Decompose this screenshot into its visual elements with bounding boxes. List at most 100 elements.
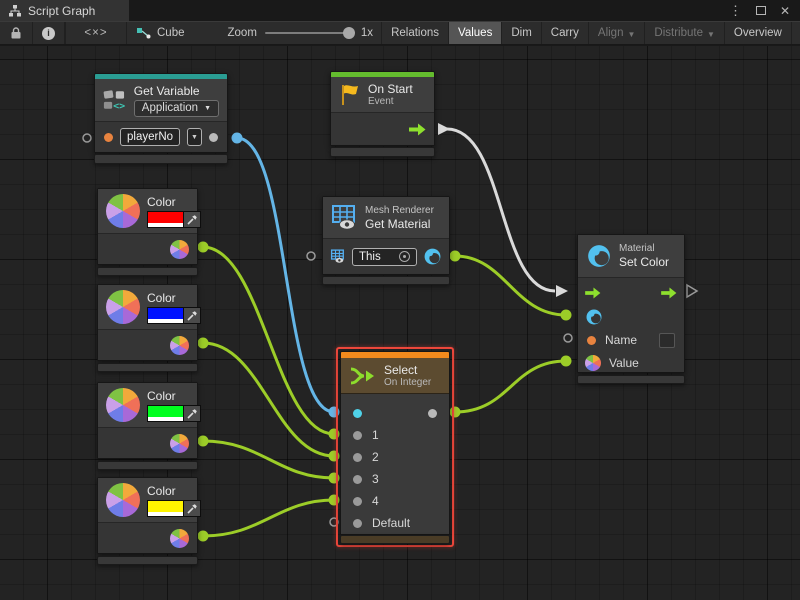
graph-canvas[interactable]: <> Get Variable Application▼ playerNo ▼ — [0, 46, 800, 600]
chevron-down-icon: ▼ — [707, 30, 715, 39]
color-swatch[interactable] — [147, 307, 201, 324]
color-swatch[interactable] — [147, 500, 201, 517]
node-component: Material — [619, 243, 669, 255]
script-graph-icon — [136, 27, 151, 40]
name-port[interactable] — [104, 133, 113, 142]
wire-color4-to-select4[interactable] — [198, 495, 340, 542]
wire-color3-to-select3[interactable] — [198, 436, 340, 484]
color-output-port[interactable] — [170, 240, 189, 259]
values-button[interactable]: Values — [449, 22, 502, 44]
node-get-material[interactable]: Mesh Renderer Get Material This — [322, 196, 450, 275]
wire-color2-to-select2[interactable] — [198, 338, 340, 462]
flow-output-port[interactable] — [661, 287, 677, 299]
node-title: Get Variable — [134, 84, 219, 98]
zoom-value: 1x — [361, 27, 373, 39]
branch-port[interactable] — [353, 475, 362, 484]
graph-icon — [8, 4, 22, 18]
dim-button[interactable]: Dim — [502, 22, 541, 44]
branch-port[interactable] — [353, 431, 362, 440]
value-output-port[interactable] — [209, 133, 218, 142]
graph-owner-button[interactable]: Cube — [127, 22, 194, 44]
variable-scope-dropdown[interactable]: Application▼ — [134, 100, 219, 117]
node-footer — [577, 375, 685, 384]
flag-icon — [339, 83, 361, 107]
color-swatch[interactable] — [147, 405, 201, 422]
node-set-color[interactable]: Material Set Color — [577, 234, 685, 373]
object-picker-icon[interactable] — [399, 251, 410, 262]
color-input-port[interactable] — [585, 355, 601, 371]
color-wheel-icon — [106, 483, 140, 517]
port-unconnected[interactable] — [564, 334, 572, 342]
node-footer — [97, 363, 198, 372]
node-footer — [97, 267, 198, 276]
color-output-port[interactable] — [170, 529, 189, 548]
color-output-port[interactable] — [170, 336, 189, 355]
color-wheel-icon — [106, 388, 140, 422]
node-color-1[interactable]: Color — [97, 188, 198, 265]
node-color-3[interactable]: Color — [97, 382, 198, 459]
color-output-port[interactable] — [170, 434, 189, 453]
node-get-variable[interactable]: <> Get Variable Application▼ playerNo ▼ — [94, 73, 228, 153]
node-color-2[interactable]: Color — [97, 284, 198, 361]
selection-output-port[interactable] — [428, 409, 437, 418]
eyedropper-icon — [187, 503, 198, 514]
wire-playerno-to-select[interactable] — [232, 133, 340, 418]
menu-kebab-icon[interactable]: ⋮ — [729, 3, 742, 19]
carry-button[interactable]: Carry — [542, 22, 589, 44]
branch-port[interactable] — [353, 453, 362, 462]
node-footer — [322, 276, 450, 285]
node-on-start[interactable]: On Start Event — [330, 71, 435, 146]
node-title: Color — [147, 291, 201, 305]
branch-port[interactable] — [353, 497, 362, 506]
eyedropper-button[interactable] — [184, 307, 201, 324]
selector-input-port[interactable] — [353, 409, 362, 418]
info-button[interactable]: i — [33, 22, 65, 44]
tab-script-graph[interactable]: Script Graph — [0, 0, 129, 21]
color-swatch[interactable] — [147, 211, 201, 228]
distribute-dropdown[interactable]: Distribute▼ — [645, 22, 725, 44]
branch-label: 2 — [372, 450, 379, 464]
wire-select-to-setcolor-value[interactable] — [450, 356, 572, 418]
lock-button[interactable] — [0, 22, 33, 44]
flow-output-port[interactable] — [409, 123, 426, 136]
eyedropper-button[interactable] — [184, 500, 201, 517]
port-unconnected[interactable] — [330, 518, 338, 526]
wire-onstart-to-setcolor[interactable] — [438, 123, 568, 297]
variable-name-field[interactable]: playerNo — [120, 128, 180, 146]
eyedropper-button[interactable] — [184, 405, 201, 422]
name-value-field[interactable] — [659, 333, 675, 348]
maximize-icon[interactable] — [756, 6, 766, 15]
overview-button[interactable]: Overview — [725, 22, 792, 44]
branch-port[interactable] — [353, 519, 362, 528]
wire-getmaterial-to-setcolor[interactable] — [450, 251, 572, 321]
color-wheel-icon — [106, 290, 140, 324]
variable-dropdown-button[interactable]: ▼ — [187, 128, 202, 146]
target-field[interactable]: This — [352, 248, 417, 266]
name-input-port[interactable] — [587, 336, 596, 345]
select-icon — [349, 365, 377, 387]
wire-color1-to-select1[interactable] — [198, 242, 340, 440]
full-screen-button[interactable]: Full Screen — [792, 22, 800, 44]
relations-button[interactable]: Relations — [381, 22, 449, 44]
eyedropper-button[interactable] — [184, 211, 201, 228]
material-input-port[interactable] — [585, 308, 603, 326]
flow-input-port[interactable] — [585, 287, 601, 299]
script-graph-window: Script Graph ⋮ ✕ i <×> — [0, 0, 800, 600]
zoom-slider[interactable] — [265, 32, 353, 34]
tab-title: Script Graph — [28, 4, 95, 18]
close-icon[interactable]: ✕ — [780, 4, 790, 18]
zoom-slider-handle[interactable] — [343, 27, 355, 39]
node-footer — [330, 147, 435, 157]
port-unconnected[interactable] — [307, 252, 315, 260]
flow-port-unconnected[interactable] — [687, 285, 697, 297]
toolbar-toggle-group: Relations Values Dim Carry Align▼ Distri… — [381, 22, 800, 44]
port-unconnected[interactable] — [83, 134, 91, 142]
node-title: Get Material — [365, 217, 434, 231]
align-dropdown[interactable]: Align▼ — [589, 22, 646, 44]
material-output-port[interactable] — [423, 247, 442, 266]
node-select[interactable]: Select On Integer 1 2 — [340, 351, 450, 535]
eyedropper-icon — [187, 408, 198, 419]
chevron-down-icon: ▼ — [204, 105, 211, 112]
node-color-4[interactable]: Color — [97, 477, 198, 554]
code-preview-button[interactable]: <×> — [65, 22, 127, 44]
